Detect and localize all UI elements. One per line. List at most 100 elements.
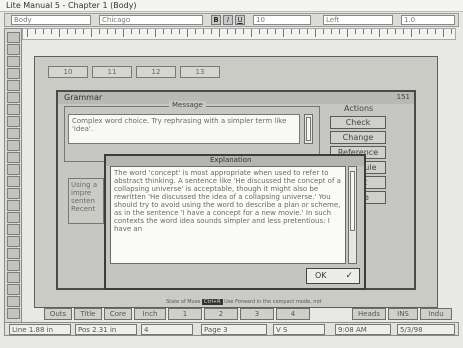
ruler-tick	[331, 29, 332, 34]
message-scrollbar[interactable]	[304, 114, 313, 144]
ok-button[interactable]: OK ✓	[306, 268, 360, 284]
italic-button[interactable]: I	[223, 15, 233, 25]
view-mode[interactable]: V S	[273, 324, 325, 335]
tool-button[interactable]	[7, 272, 20, 283]
ruler-tick	[379, 29, 380, 37]
scrollbar-thumb[interactable]	[306, 117, 311, 141]
tool-palette	[4, 28, 22, 328]
ruler-tick	[107, 29, 108, 34]
doc-tab[interactable]: 13	[180, 66, 220, 78]
tool-button[interactable]	[7, 68, 20, 79]
explanation-scrollbar[interactable]	[348, 166, 357, 264]
bottom-tab[interactable]: Outs	[44, 308, 72, 320]
doc-tab[interactable]: 10	[48, 66, 88, 78]
ruler-tick	[451, 29, 452, 34]
tool-button[interactable]	[7, 200, 20, 211]
check-button[interactable]: Check	[330, 116, 386, 129]
paragraph-style-select[interactable]: Body	[11, 15, 91, 25]
tool-button[interactable]	[7, 140, 20, 151]
bottom-tab[interactable]: 4	[276, 308, 310, 320]
bold-button[interactable]: B	[211, 15, 221, 25]
ruler-tick	[99, 29, 100, 34]
bottom-tab[interactable]: 3	[240, 308, 274, 320]
dialog-close-button[interactable]: 151	[397, 93, 410, 101]
tool-button[interactable]	[7, 152, 20, 163]
bottom-tab[interactable]: Heads	[352, 308, 386, 320]
tool-button[interactable]	[7, 248, 20, 259]
ruler-tick	[387, 29, 388, 34]
tool-button[interactable]	[7, 164, 20, 175]
tool-button[interactable]	[7, 128, 20, 139]
bottom-tab[interactable]: Title	[74, 308, 102, 320]
ruler[interactable]	[22, 28, 456, 40]
tool-button[interactable]	[7, 80, 20, 91]
tool-button[interactable]	[7, 32, 20, 43]
column-number: 4	[141, 324, 193, 335]
bottom-tab[interactable]: Inch	[134, 308, 166, 320]
message-text: Complex word choice. Try rephrasing with…	[68, 114, 300, 144]
ruler-tick	[275, 29, 276, 34]
tool-button[interactable]	[7, 212, 20, 223]
ruler-tick	[211, 29, 212, 34]
actions-label: Actions	[344, 104, 374, 113]
tool-button[interactable]	[7, 296, 20, 307]
ruler-tick	[123, 29, 124, 37]
bottom-tab[interactable]: Indu	[420, 308, 452, 320]
ruler-tick	[403, 29, 404, 34]
ruler-tick	[411, 29, 412, 37]
message-label: Message	[169, 101, 206, 109]
tool-button[interactable]	[7, 284, 20, 295]
doc-tab[interactable]: 11	[92, 66, 132, 78]
tool-button[interactable]	[7, 260, 20, 271]
underline-button[interactable]: U	[235, 15, 245, 25]
ruler-tick	[195, 29, 196, 34]
tool-button[interactable]	[7, 116, 20, 127]
grammar-dialog-title-bar[interactable]: Grammar 151	[58, 92, 414, 104]
tool-button[interactable]	[7, 224, 20, 235]
font-select[interactable]: Chicago	[99, 15, 203, 25]
doc-tab[interactable]: 12	[136, 66, 176, 78]
ruler-tick	[291, 29, 292, 34]
ruler-tick	[347, 29, 348, 37]
ruler-tick	[187, 29, 188, 37]
ruler-tick	[83, 29, 84, 34]
page-number: Page 3	[201, 324, 267, 335]
tool-button[interactable]	[7, 104, 20, 115]
line-spacing-select[interactable]: 1.0	[401, 15, 455, 25]
date: 5/3/98	[397, 324, 455, 335]
hint-text: State of Muse	[166, 299, 201, 305]
tool-button[interactable]	[7, 92, 20, 103]
clock: 9:08 AM	[335, 324, 391, 335]
hint-text: Use Forward in the compact mode, not	[224, 299, 322, 305]
ruler-tick	[27, 29, 28, 37]
ruler-tick	[355, 29, 356, 34]
ruler-tick	[419, 29, 420, 34]
ruler-tick	[163, 29, 164, 34]
ruler-tick	[219, 29, 220, 37]
scrollbar-thumb[interactable]	[350, 171, 355, 231]
ok-label: OK	[315, 271, 327, 280]
grammar-dialog-title: Grammar	[64, 93, 103, 102]
tool-button[interactable]	[7, 44, 20, 55]
ruler-tick	[323, 29, 324, 34]
status-bar: Line 1.88 in Pos 2.31 in 4 Page 3 V S 9:…	[4, 322, 459, 336]
ruler-tick	[435, 29, 436, 34]
bottom-tab[interactable]: 1	[168, 308, 202, 320]
bottom-tab[interactable]: Core	[104, 308, 132, 320]
tool-button[interactable]	[7, 308, 20, 319]
alignment-select[interactable]: Left	[323, 15, 393, 25]
tool-button[interactable]	[7, 176, 20, 187]
tool-button[interactable]	[7, 236, 20, 247]
ruler-tick	[51, 29, 52, 34]
ruler-tick	[443, 29, 444, 37]
ruler-tick	[259, 29, 260, 34]
explanation-title-bar[interactable]: Explanation	[106, 156, 364, 166]
bottom-tab[interactable]: 2	[204, 308, 238, 320]
tool-button[interactable]	[7, 56, 20, 67]
checkmark-icon: ✓	[345, 271, 353, 281]
font-size-select[interactable]: 10	[253, 15, 311, 25]
bottom-tab-strip: Outs Title Core Inch 1 2 3 4 Heads INS I…	[44, 308, 454, 320]
tool-button[interactable]	[7, 188, 20, 199]
change-button[interactable]: Change	[330, 131, 386, 144]
bottom-tab[interactable]: INS	[388, 308, 418, 320]
